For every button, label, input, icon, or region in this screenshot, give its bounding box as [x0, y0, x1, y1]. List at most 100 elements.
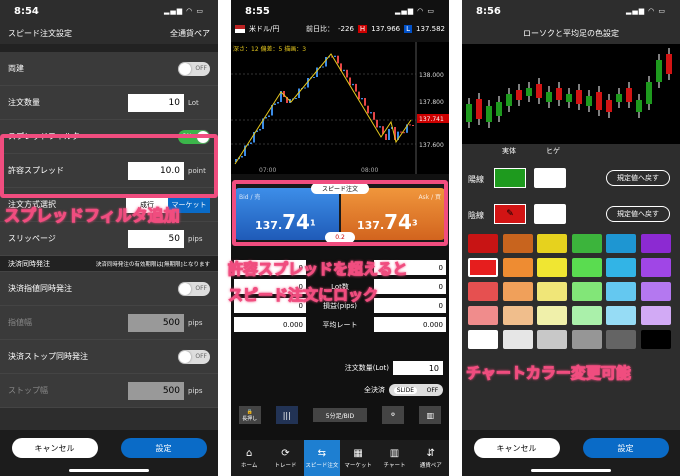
- qty-input[interactable]: 10: [393, 361, 443, 375]
- color-swatch[interactable]: [606, 306, 636, 325]
- color-swatch[interactable]: [502, 258, 533, 277]
- tab-home[interactable]: ⌂ ホーム: [231, 440, 267, 476]
- save-button[interactable]: 設定: [120, 438, 207, 458]
- tab-label: スピード注文: [305, 462, 339, 469]
- off-text: OFF: [426, 386, 439, 394]
- value-input[interactable]: 10: [128, 93, 184, 112]
- color-swatch[interactable]: [606, 258, 636, 277]
- color-swatch[interactable]: [502, 282, 533, 301]
- color-swatch[interactable]: [537, 258, 567, 277]
- candle: [295, 98, 297, 99]
- setting-control: 500 pips: [128, 313, 210, 332]
- status-time: 8:56: [476, 5, 501, 17]
- long-press-lock-button[interactable]: 🔒 長押し: [238, 406, 261, 424]
- settle-all-label: 全決済: [364, 386, 385, 394]
- color-swatch[interactable]: [640, 306, 671, 325]
- color-swatch[interactable]: [468, 234, 498, 253]
- color-swatch[interactable]: [537, 282, 567, 301]
- pencil-icon: ✎: [506, 209, 514, 219]
- color-swatch[interactable]: [640, 234, 671, 253]
- price-chart[interactable]: 深さ：12 偏差：5 描画：3 138.000 137.800 137.741 …: [231, 42, 449, 174]
- candle-body: [546, 92, 552, 102]
- color-swatch[interactable]: [537, 330, 567, 349]
- candle-body: [486, 106, 492, 122]
- setting-row: 決済ストップ同時発注 OFF: [0, 340, 218, 374]
- color-swatch[interactable]: [606, 330, 636, 349]
- flag-icon: [235, 25, 245, 33]
- candle: [373, 112, 375, 120]
- nav-header: ローソクと平均足の色設定: [462, 22, 680, 44]
- yang-body-swatch[interactable]: [494, 168, 526, 188]
- setting-row: 注文数量 10 Lot: [0, 86, 218, 120]
- candle-type-button[interactable]: |||: [275, 406, 298, 424]
- toggle-switch[interactable]: OFF: [178, 281, 210, 296]
- tab-market[interactable]: ▦ マーケット: [340, 440, 376, 476]
- toggle-switch[interactable]: OFF: [178, 61, 210, 76]
- color-swatch[interactable]: [502, 306, 533, 325]
- color-swatch[interactable]: [468, 330, 498, 349]
- action-bar: キャンセル 設定: [0, 430, 218, 476]
- cancel-button[interactable]: キャンセル: [473, 438, 560, 458]
- signal-wifi-battery-icon: ▂▄▆ ◠ ▭: [394, 7, 435, 15]
- setting-control: 10 Lot: [128, 93, 210, 112]
- color-swatch[interactable]: [606, 234, 636, 253]
- tab-trade[interactable]: ⟳ トレード: [267, 440, 303, 476]
- toggle-switch[interactable]: OFF: [178, 349, 210, 364]
- save-button[interactable]: 設定: [582, 438, 669, 458]
- x-tick: 08:00: [361, 167, 378, 174]
- candle: [250, 142, 252, 144]
- settle-all-slider[interactable]: SLIDE OFF: [389, 384, 443, 396]
- color-swatch[interactable]: [571, 282, 602, 301]
- tab-chart[interactable]: ▥ チャート: [376, 440, 412, 476]
- yin-reset-button[interactable]: 規定値へ戻す: [606, 206, 670, 222]
- toggle-state: OFF: [195, 65, 207, 72]
- signal-wifi-battery-icon: ▂▄▆ ◠ ▭: [625, 7, 666, 15]
- color-swatch[interactable]: [468, 306, 498, 325]
- y-tick: 138.000: [419, 72, 444, 79]
- value-input[interactable]: 50: [128, 229, 184, 248]
- color-swatch[interactable]: [571, 234, 602, 253]
- candle-body: [536, 84, 542, 98]
- caption-color: チャートカラー変更可能: [466, 364, 632, 383]
- pair-selector[interactable]: 全通貨ペア: [170, 28, 210, 39]
- setting-row: 指値幅 500 pips: [0, 306, 218, 340]
- chart-icon: ▥: [389, 447, 400, 459]
- color-swatch[interactable]: [606, 282, 636, 301]
- yin-body-swatch[interactable]: ✎: [494, 204, 526, 224]
- color-swatch[interactable]: [468, 258, 498, 277]
- color-settings-phone: 8:56 ▂▄▆ ◠ ▭ ローソクと平均足の色設定 実体 ヒゲ 陽線 規定値へ戻…: [462, 0, 680, 476]
- setting-control: OFF: [178, 349, 210, 364]
- tab-speed-order[interactable]: ⇆ スピード注文: [303, 440, 340, 476]
- color-swatch[interactable]: [571, 258, 602, 277]
- color-swatch[interactable]: [640, 330, 671, 349]
- color-swatch[interactable]: [640, 282, 671, 301]
- tool-label: 長押し: [242, 415, 258, 422]
- cancel-button[interactable]: キャンセル: [11, 438, 98, 458]
- spd-settings-button[interactable]: ⚙: [382, 406, 405, 424]
- y-tick: 137.800: [419, 99, 444, 106]
- setting-row: スリッページ 50 pips: [0, 222, 218, 256]
- yang-wick-swatch[interactable]: [534, 168, 566, 188]
- candle: [304, 87, 306, 89]
- indicator-button[interactable]: ▥: [419, 406, 442, 424]
- timeframe-select[interactable]: 5分足/BID: [312, 408, 367, 422]
- row-label: 平均レート: [322, 320, 358, 329]
- color-swatch[interactable]: [502, 330, 533, 349]
- page-title: スピード注文設定: [8, 28, 72, 38]
- prev-label: 前日比：: [306, 25, 335, 33]
- color-swatch[interactable]: [571, 306, 602, 325]
- candle: [400, 131, 402, 133]
- tab-currency-pair[interactable]: ⇵ 通貨ペア: [413, 440, 449, 476]
- high-badge: H: [357, 25, 368, 33]
- prev-change: -226: [338, 25, 354, 33]
- color-swatch[interactable]: [468, 282, 498, 301]
- yang-reset-button[interactable]: 規定値へ戻す: [606, 170, 670, 186]
- color-swatch[interactable]: [502, 234, 533, 253]
- color-swatch[interactable]: [537, 234, 567, 253]
- color-swatch[interactable]: [537, 306, 567, 325]
- yin-wick-swatch[interactable]: [534, 204, 566, 224]
- color-swatch[interactable]: [571, 330, 602, 349]
- pair-name[interactable]: 米ドル/円: [249, 24, 279, 34]
- color-swatch[interactable]: [640, 258, 671, 277]
- candle-body: [516, 90, 522, 100]
